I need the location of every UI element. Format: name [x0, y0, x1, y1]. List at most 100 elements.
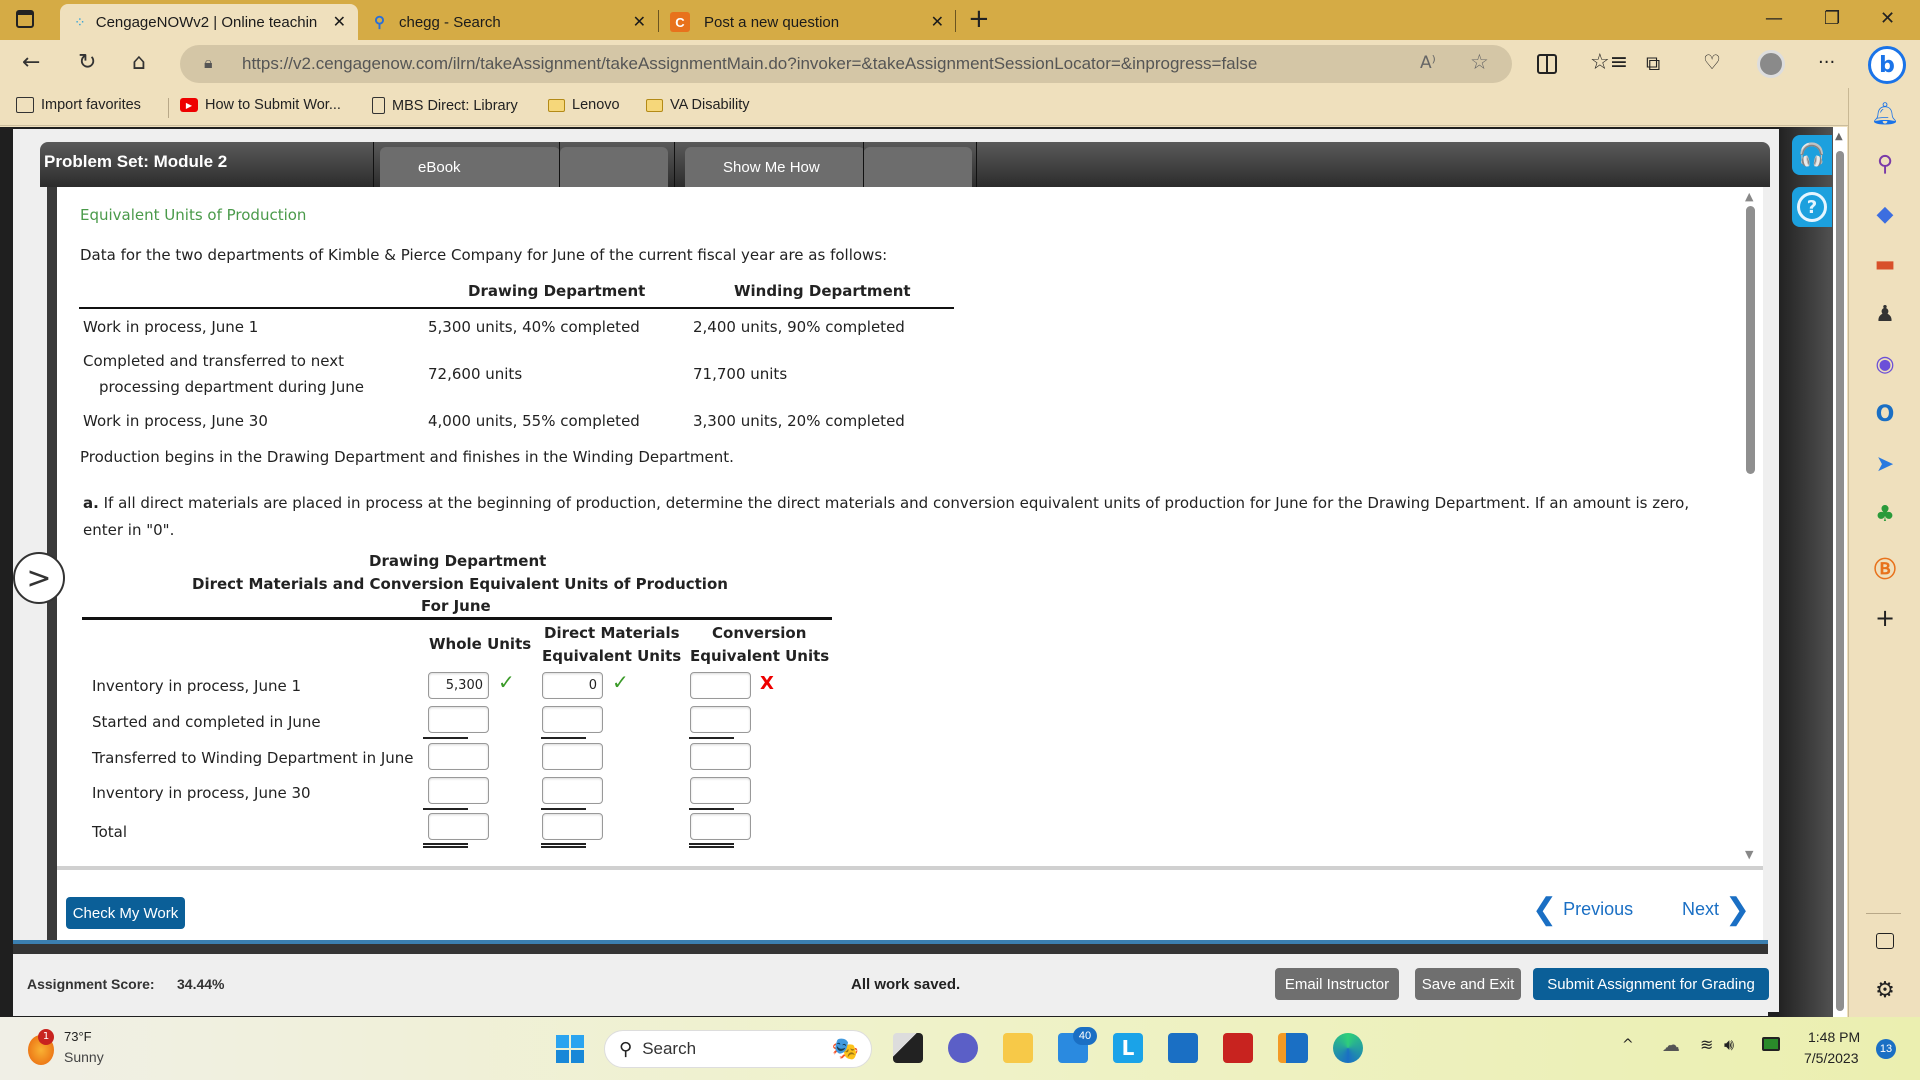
- tab-actions-icon[interactable]: [16, 10, 34, 28]
- tree-icon[interactable]: ♣: [1871, 502, 1899, 527]
- tab-cengage[interactable]: ⁘ CengageNOWv2 | Online teachin ✕: [60, 4, 358, 40]
- previous-button[interactable]: ❮ Previous: [1532, 892, 1633, 927]
- new-tab-button[interactable]: +: [968, 4, 990, 34]
- cortana-icon[interactable]: [1168, 1033, 1198, 1063]
- tools-icon[interactable]: ▬: [1871, 252, 1899, 277]
- close-tab-icon[interactable]: ✕: [633, 12, 646, 32]
- file-explorer-icon[interactable]: [1003, 1033, 1033, 1063]
- direct-materials-input[interactable]: 0: [542, 672, 603, 699]
- l-app-icon[interactable]: L: [1113, 1033, 1143, 1063]
- show-hidden-icons[interactable]: ^: [1622, 1037, 1634, 1053]
- notification-bell-icon[interactable]: 🔔︎: [1871, 102, 1899, 127]
- taskbar-search[interactable]: ⚲ Search 🎭: [604, 1030, 872, 1068]
- collections-icon[interactable]: ⧉: [1646, 51, 1660, 75]
- bookmark-va-disability[interactable]: VA Disability: [646, 97, 750, 113]
- task-view-icon[interactable]: [893, 1033, 923, 1063]
- submit-assignment-button[interactable]: Submit Assignment for Grading: [1533, 968, 1769, 1000]
- refresh-button[interactable]: ↻: [78, 50, 96, 75]
- scroll-down-icon[interactable]: ▼: [1745, 848, 1753, 861]
- read-aloud-icon[interactable]: A⁾: [1420, 53, 1436, 73]
- battery-icon[interactable]: [1762, 1037, 1780, 1051]
- close-window-button[interactable]: ✕: [1880, 8, 1895, 29]
- wifi-icon[interactable]: ≋: [1700, 1035, 1713, 1054]
- bing-icon[interactable]: b: [1868, 46, 1906, 84]
- header-divider: [976, 142, 977, 187]
- edge-icon[interactable]: [1333, 1033, 1363, 1063]
- check-my-work-button[interactable]: Check My Work: [66, 897, 185, 929]
- clock-time[interactable]: 1:48 PM: [1808, 1029, 1860, 1045]
- whole-units-input[interactable]: [428, 777, 489, 804]
- back-button[interactable]: ←: [22, 50, 40, 75]
- ebook-button[interactable]: eBook: [380, 147, 560, 187]
- weather-widget[interactable]: 1 73°F Sunny: [28, 1029, 168, 1071]
- volume-icon[interactable]: 🔊︎: [1724, 1035, 1734, 1055]
- whole-units-input[interactable]: [428, 706, 489, 733]
- bookmark-lenovo[interactable]: Lenovo: [548, 97, 620, 113]
- office-icon[interactable]: ◉: [1871, 352, 1899, 377]
- b-icon[interactable]: Ⓑ: [1871, 552, 1899, 584]
- clock-date[interactable]: 7/5/2023: [1804, 1050, 1859, 1066]
- outlook-icon[interactable]: O: [1871, 402, 1899, 427]
- minimize-button[interactable]: —: [1765, 8, 1783, 29]
- notification-count-badge[interactable]: 13: [1876, 1039, 1896, 1059]
- more-icon[interactable]: ···: [1818, 52, 1835, 73]
- whole-units-input[interactable]: [428, 743, 489, 770]
- scroll-up-icon[interactable]: ▲: [1835, 131, 1843, 142]
- lock-icon[interactable]: 🔒︎: [204, 53, 213, 73]
- next-button[interactable]: Next ❯: [1682, 892, 1750, 927]
- direct-materials-input[interactable]: [542, 706, 603, 733]
- direct-materials-input[interactable]: [542, 777, 603, 804]
- direct-materials-input[interactable]: [542, 813, 603, 840]
- url-text[interactable]: https://v2.cengagenow.com/ilrn/takeAssig…: [242, 54, 1257, 74]
- onedrive-icon[interactable]: ☁: [1662, 1035, 1680, 1056]
- close-tab-icon[interactable]: ✕: [931, 12, 944, 32]
- restore-button[interactable]: ❐: [1824, 8, 1840, 29]
- ebook-extra-button[interactable]: [560, 147, 668, 187]
- help-icon[interactable]: ?: [1792, 187, 1832, 227]
- tab-post-question[interactable]: C Post a new question ✕: [660, 4, 956, 40]
- content-scrollbar[interactable]: ▲ ▼: [1742, 190, 1760, 862]
- books-icon[interactable]: [1278, 1033, 1308, 1063]
- conversion-input[interactable]: [690, 813, 751, 840]
- conversion-input[interactable]: [690, 706, 751, 733]
- split-screen-icon[interactable]: [1537, 54, 1557, 74]
- tab-chegg-search[interactable]: ⚲ chegg - Search ✕: [362, 4, 658, 40]
- expand-panel-button[interactable]: >: [13, 552, 65, 604]
- page-scrollbar[interactable]: ▲: [1833, 127, 1847, 1017]
- teams-chat-icon[interactable]: [948, 1033, 978, 1063]
- scrollbar-thumb[interactable]: [1746, 206, 1755, 474]
- hide-sidebar-icon[interactable]: [1876, 933, 1894, 949]
- support-headset-icon[interactable]: 🎧: [1792, 135, 1832, 175]
- favorite-star-icon[interactable]: ☆: [1470, 50, 1489, 74]
- start-button[interactable]: [556, 1035, 584, 1063]
- close-tab-icon[interactable]: ✕: [333, 12, 346, 32]
- show-me-how-button[interactable]: Show Me How: [685, 147, 865, 187]
- scrollbar-thumb[interactable]: [1836, 151, 1844, 1011]
- bookmark-mbs-direct[interactable]: MBS Direct: Library: [372, 97, 518, 114]
- conversion-input[interactable]: [690, 777, 751, 804]
- cengage-loading-icon: ⁘: [74, 13, 86, 30]
- scroll-up-icon[interactable]: ▲: [1745, 190, 1753, 203]
- save-and-exit-button[interactable]: Save and Exit: [1415, 968, 1521, 1000]
- whole-units-input[interactable]: [428, 813, 489, 840]
- conversion-input[interactable]: [690, 743, 751, 770]
- shopping-tag-icon[interactable]: ◆: [1871, 202, 1899, 227]
- mcafee-icon[interactable]: [1223, 1033, 1253, 1063]
- conversion-input[interactable]: [690, 672, 751, 699]
- drop-icon[interactable]: ➤: [1871, 452, 1899, 477]
- direct-materials-input[interactable]: [542, 743, 603, 770]
- games-icon[interactable]: ♟: [1871, 302, 1899, 327]
- bookmark-how-to-submit[interactable]: ▶ How to Submit Wor...: [180, 97, 341, 113]
- whole-units-input[interactable]: 5,300: [428, 672, 489, 699]
- favorites-icon[interactable]: ☆≡: [1590, 50, 1628, 75]
- email-instructor-button[interactable]: Email Instructor: [1275, 968, 1399, 1000]
- search-icon[interactable]: ⚲: [1871, 152, 1899, 177]
- home-button[interactable]: ⌂: [132, 50, 146, 75]
- address-bar[interactable]: 🔒︎ https://v2.cengagenow.com/ilrn/takeAs…: [180, 45, 1512, 83]
- bookmark-import-favorites[interactable]: Import favorites: [16, 97, 141, 113]
- profile-icon[interactable]: [1757, 50, 1785, 78]
- browser-essentials-icon[interactable]: ♡: [1703, 50, 1721, 74]
- show-me-how-extra-button[interactable]: [864, 147, 972, 187]
- settings-gear-icon[interactable]: ⚙: [1871, 978, 1899, 1003]
- add-icon[interactable]: +: [1871, 604, 1899, 632]
